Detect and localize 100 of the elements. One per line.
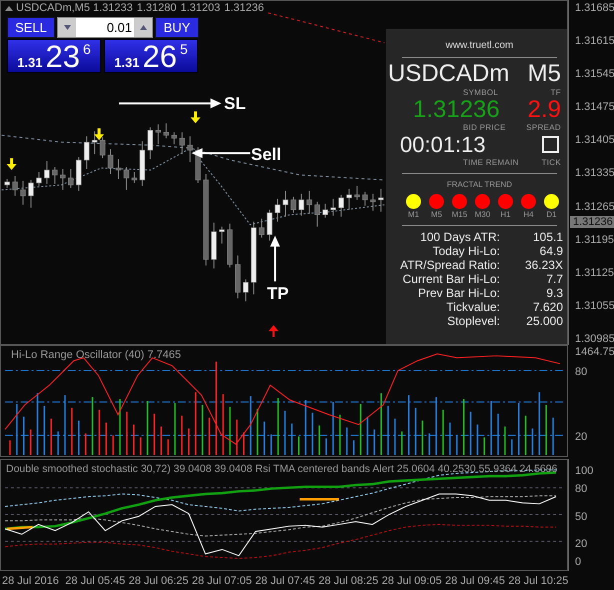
signal-segment	[300, 498, 339, 501]
candle	[92, 130, 98, 155]
axis-label: 28 Jul 07:05	[192, 574, 253, 586]
increase-button[interactable]	[134, 18, 152, 37]
axis-label: 28 Jul 10:25	[508, 574, 570, 586]
candle	[20, 180, 26, 206]
candle	[243, 278, 248, 302]
chart-symbol: USDCADm,M5	[16, 2, 90, 14]
axis-label: 1.31685	[575, 2, 614, 14]
stat-value: 25.000	[525, 314, 563, 328]
candle	[132, 172, 138, 184]
bid-price-value: 1.31236	[413, 97, 500, 123]
candle	[44, 160, 50, 184]
candle	[163, 122, 169, 139]
candle	[171, 132, 177, 145]
timeframe-label: H1	[500, 210, 511, 219]
timeframe-label: H4	[523, 210, 534, 219]
down-triangle-icon	[64, 25, 70, 30]
candle	[282, 190, 288, 218]
axis-label: 0	[575, 556, 582, 568]
tick-checkbox[interactable]	[542, 136, 559, 153]
candle	[36, 172, 42, 186]
stat-value: 7.620	[532, 300, 563, 314]
collapse-triangle-icon	[5, 5, 13, 11]
down-arrow-icon	[190, 111, 200, 124]
arrow	[270, 236, 280, 282]
candle	[338, 194, 344, 218]
candle	[330, 198, 336, 216]
axis-label: 28 Jul 09:05	[382, 574, 443, 586]
axis-label: 1.31195	[575, 234, 614, 246]
field-label: TF	[550, 88, 561, 97]
axis-label: 28 Jul 06:25	[128, 574, 190, 586]
candle	[28, 179, 34, 208]
chart-annotation: SL	[224, 95, 246, 113]
arrow	[192, 148, 250, 158]
candle	[370, 193, 376, 212]
field-label: BID PRICE	[463, 123, 506, 132]
lot-spinner[interactable]: 0.01	[57, 17, 153, 38]
decrease-button[interactable]	[58, 18, 76, 37]
candle	[60, 168, 66, 190]
candle	[76, 156, 82, 192]
axis-label: 1464.75	[575, 346, 614, 358]
sell-button[interactable]: SELL	[7, 17, 55, 38]
candle	[314, 201, 320, 228]
candle	[179, 132, 185, 155]
candle	[354, 185, 360, 200]
candle	[290, 196, 296, 214]
stat-label: Prev Bar Hi-Lo:	[416, 286, 500, 300]
candle	[84, 136, 90, 170]
candle	[116, 158, 122, 180]
quote-value: 1.31233	[92, 2, 133, 14]
axis-label: 28 Jul 07:45	[255, 574, 316, 586]
axis-label: 50	[575, 510, 588, 523]
axis-label: 20	[575, 431, 588, 443]
axis-label: 100	[575, 465, 594, 478]
field-label: TICK	[542, 158, 561, 167]
timeframe-label: M5	[430, 210, 442, 219]
candle	[258, 218, 264, 238]
signal-segment	[6, 526, 33, 530]
axis-label: 20	[575, 538, 588, 550]
time-remaining-value: 00:01:13	[400, 132, 486, 158]
candle	[187, 136, 193, 163]
down-arrow-icon	[6, 158, 17, 170]
candle	[362, 191, 368, 206]
stat-label: Stoplevel:	[446, 314, 500, 328]
axis-label: 28 Jul 05:45	[65, 574, 126, 586]
stat-value: 64.9	[538, 244, 563, 258]
axis-label: 1.31125	[575, 266, 614, 279]
axis-label: 80	[575, 483, 588, 496]
current-price-label: 1.31236	[570, 216, 614, 228]
candle	[235, 255, 240, 299]
chart-annotation: TP	[267, 285, 289, 303]
field-label: SYMBOL	[463, 88, 498, 97]
up-arrow-icon	[268, 325, 279, 338]
chart-annotation: Sell	[251, 146, 282, 164]
axis-label: 28 Jul 2016	[2, 574, 60, 586]
candle	[12, 175, 18, 196]
candle	[100, 136, 106, 159]
stat-value: 7.7	[545, 272, 563, 286]
axis-label: 1.31335	[575, 167, 614, 180]
candle	[219, 226, 225, 244]
axis-label: 1.31055	[575, 300, 614, 312]
axis-label: 28 Jul 09:45	[445, 574, 506, 586]
axis-label: 28 Jul 08:25	[318, 574, 380, 586]
symbol-value: USDCADm	[388, 60, 510, 88]
timeframe-label: M1	[408, 210, 420, 219]
timeframe-label: D1	[546, 210, 557, 219]
candle	[4, 178, 10, 188]
stat-value: 36.23X	[524, 258, 563, 272]
candle	[322, 203, 328, 218]
indicator-title: Hi-Lo Range Oscillator (40) 7.7465	[11, 349, 181, 361]
candle	[68, 168, 74, 188]
stat-label: Tickvalue:	[445, 300, 500, 314]
axis-label: 1.31475	[575, 101, 614, 114]
candle	[378, 188, 384, 212]
stat-label: Current Bar Hi-Lo:	[402, 272, 500, 286]
axis-label: 80	[575, 366, 588, 378]
quote-value: 1.31280	[136, 2, 176, 14]
buy-button[interactable]: BUY	[155, 17, 199, 38]
section-title: FRACTAL TREND	[446, 180, 514, 189]
